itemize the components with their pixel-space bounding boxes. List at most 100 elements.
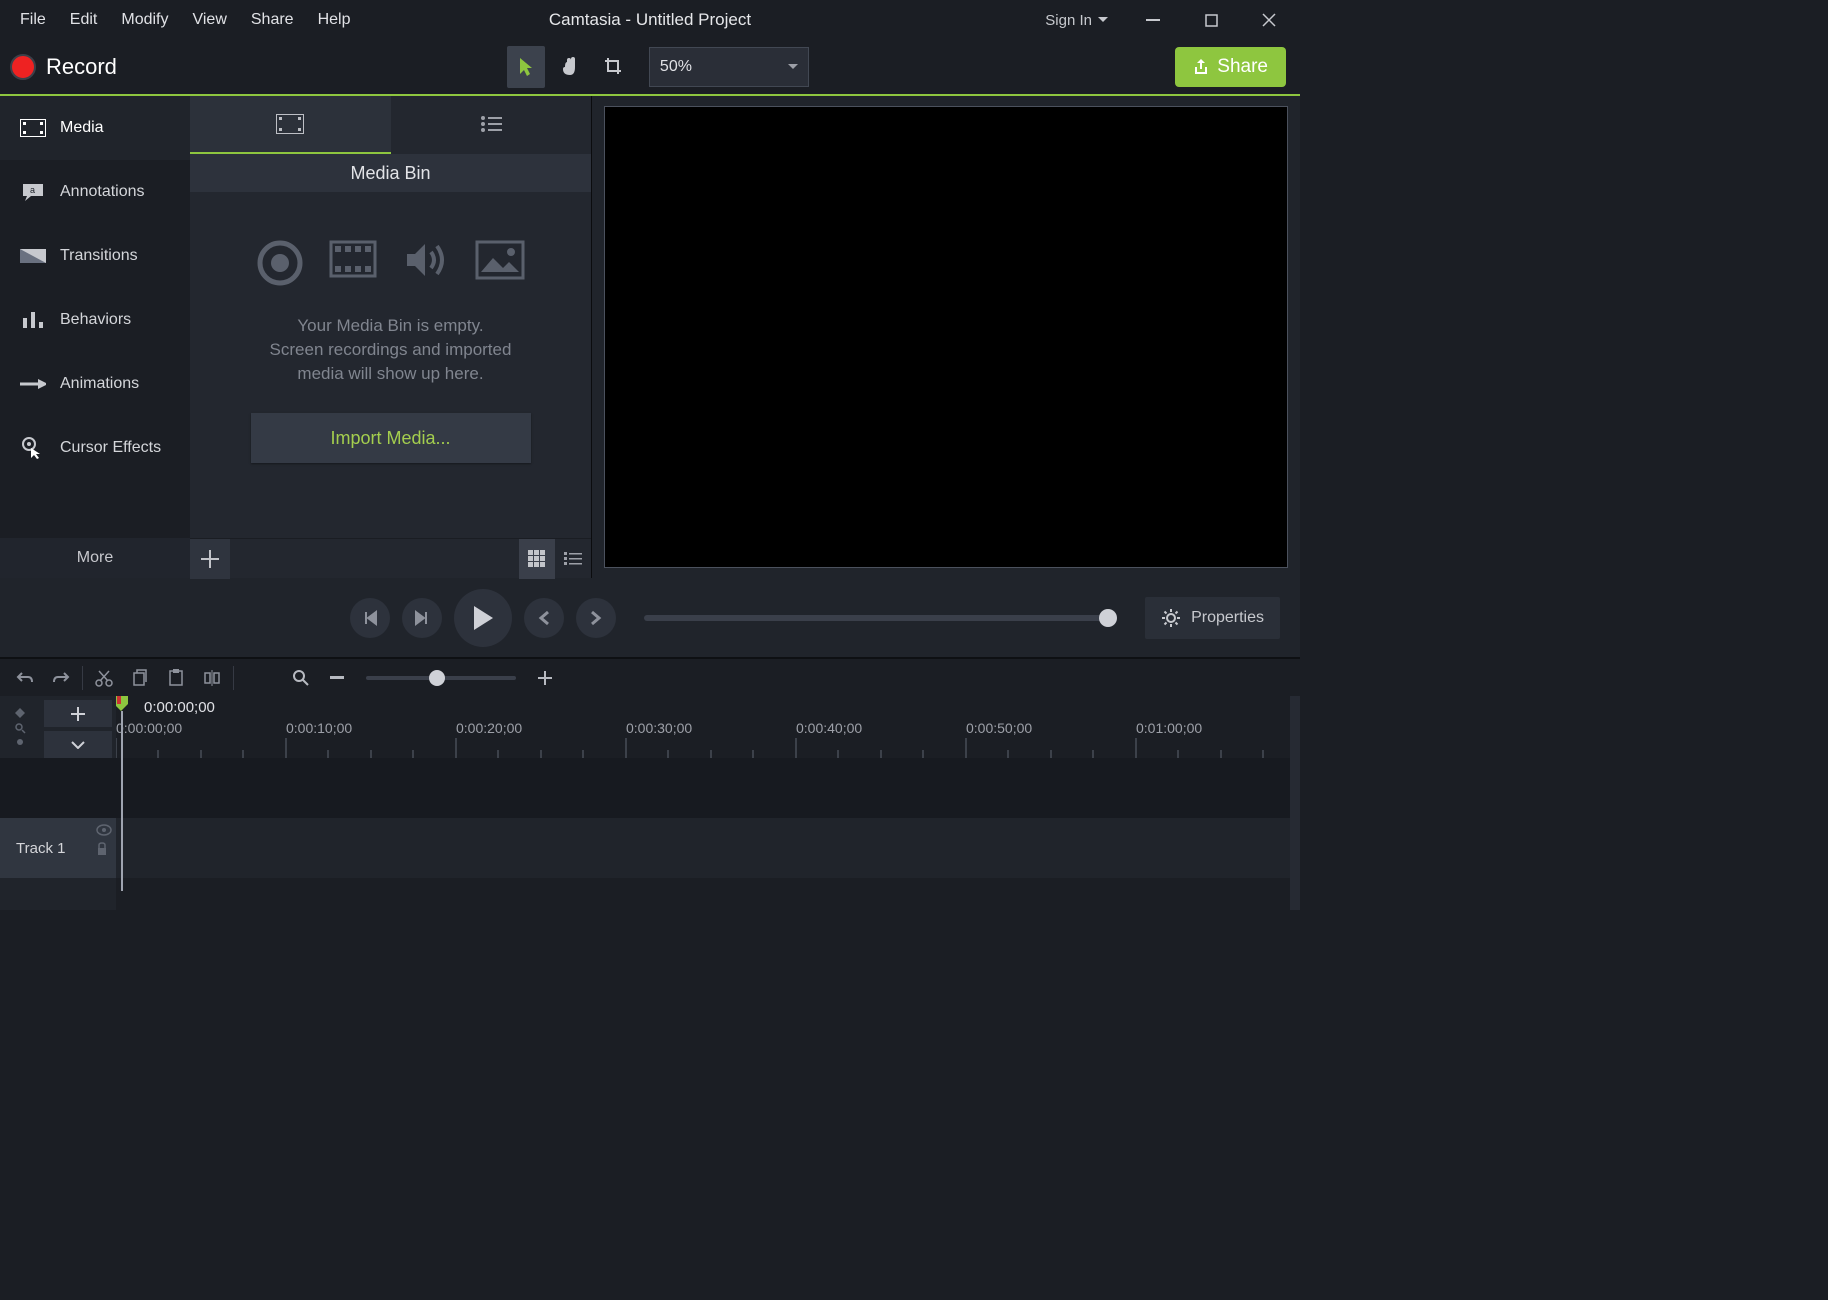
track-header[interactable]: Track 1 bbox=[0, 818, 116, 878]
undo-button[interactable] bbox=[10, 663, 40, 693]
properties-button[interactable]: Properties bbox=[1145, 597, 1280, 639]
play-button[interactable] bbox=[454, 589, 512, 647]
sidebar-item-label: Media bbox=[60, 119, 104, 137]
crop-tool[interactable] bbox=[595, 46, 633, 88]
scissors-icon bbox=[95, 669, 113, 687]
track-lane[interactable] bbox=[116, 818, 1300, 878]
timeline-toolbar bbox=[0, 658, 1300, 696]
zoom-out-button[interactable] bbox=[322, 663, 352, 693]
redo-button[interactable] bbox=[46, 663, 76, 693]
annotations-icon: a bbox=[20, 182, 46, 202]
record-dot-icon bbox=[10, 54, 36, 80]
menu-edit[interactable]: Edit bbox=[58, 6, 110, 34]
playback-thumb[interactable] bbox=[1099, 609, 1117, 627]
next-frame-button[interactable] bbox=[402, 598, 442, 638]
copy-button[interactable] bbox=[125, 663, 155, 693]
eye-icon[interactable] bbox=[96, 824, 112, 836]
split-button[interactable] bbox=[197, 663, 227, 693]
cursor-effects-icon bbox=[20, 438, 46, 458]
gear-icon bbox=[1161, 608, 1181, 628]
timeline-scrollbar-horizontal[interactable] bbox=[0, 910, 1300, 922]
lock-icon[interactable] bbox=[96, 842, 108, 856]
timeline-scrollbar-vertical[interactable] bbox=[1290, 696, 1300, 910]
zoom-search-button[interactable] bbox=[286, 663, 316, 693]
tick-label: 0:00:50;00 bbox=[966, 720, 1032, 736]
zoom-in-button[interactable] bbox=[530, 663, 560, 693]
menu-share[interactable]: Share bbox=[239, 6, 306, 34]
hand-icon bbox=[560, 57, 580, 77]
split-icon bbox=[203, 669, 221, 687]
playhead[interactable] bbox=[116, 696, 130, 712]
toolbar: Record 50% Share bbox=[0, 40, 1300, 96]
sidebar-item-transitions[interactable]: Transitions bbox=[0, 224, 190, 288]
list-view-button[interactable] bbox=[555, 539, 591, 579]
cut-button[interactable] bbox=[89, 663, 119, 693]
select-tool[interactable] bbox=[507, 46, 545, 88]
track-expand-button[interactable] bbox=[44, 731, 112, 758]
next-clip-button[interactable] bbox=[576, 598, 616, 638]
cursor-icon bbox=[517, 56, 535, 78]
menu-help[interactable]: Help bbox=[306, 6, 363, 34]
panel-tab-media[interactable] bbox=[190, 96, 391, 154]
prev-frame-button[interactable] bbox=[350, 598, 390, 638]
plus-icon bbox=[201, 550, 219, 568]
grid-view-button[interactable] bbox=[519, 539, 555, 579]
close-button[interactable] bbox=[1246, 0, 1292, 40]
main-area: Media a Annotations Transitions Behavior… bbox=[0, 96, 1300, 578]
grid-icon bbox=[528, 550, 546, 568]
timeline: Track 1 0:00:00;00 0:00:00;00 0:00:10;00… bbox=[0, 696, 1300, 910]
zoom-dropdown[interactable]: 50% bbox=[649, 47, 809, 87]
paste-button[interactable] bbox=[161, 663, 191, 693]
media-bin-body: Your Media Bin is empty. Screen recordin… bbox=[190, 192, 591, 538]
playback-slider[interactable] bbox=[644, 615, 1117, 621]
record-button[interactable]: Record bbox=[10, 54, 117, 80]
pan-tool[interactable] bbox=[551, 46, 589, 88]
chevron-down-icon bbox=[71, 741, 85, 749]
share-button[interactable]: Share bbox=[1175, 47, 1286, 87]
playback-bar: Properties bbox=[0, 578, 1300, 658]
transitions-icon bbox=[20, 246, 46, 266]
minimize-icon bbox=[1146, 19, 1160, 21]
menu-bar: File Edit Modify View Share Help Camtasi… bbox=[0, 0, 1300, 40]
signin-button[interactable]: Sign In bbox=[1035, 7, 1118, 34]
timeline-zoom-thumb[interactable] bbox=[429, 670, 445, 686]
tick-label: 0:00:20;00 bbox=[456, 720, 522, 736]
sidebar-item-annotations[interactable]: a Annotations bbox=[0, 160, 190, 224]
sidebar-item-behaviors[interactable]: Behaviors bbox=[0, 288, 190, 352]
sidebar-item-media[interactable]: Media bbox=[0, 96, 190, 160]
tick-marks bbox=[116, 738, 1296, 758]
import-media-button[interactable]: Import Media... bbox=[251, 413, 531, 463]
track-lane-spacer bbox=[116, 758, 1300, 818]
tick-label: 0:00:30;00 bbox=[626, 720, 692, 736]
divider bbox=[82, 666, 83, 690]
panel-tab-library[interactable] bbox=[391, 96, 592, 154]
media-bin-empty-text: Your Media Bin is empty. Screen recordin… bbox=[270, 314, 512, 385]
filmstrip-icon bbox=[276, 114, 304, 134]
animations-icon bbox=[20, 374, 46, 394]
track-label: Track 1 bbox=[16, 840, 65, 857]
menu-file[interactable]: File bbox=[8, 6, 58, 34]
timeline-ruler[interactable]: 0:00:00;00 0:00:00;00 0:00:10;00 0:00:20… bbox=[116, 696, 1300, 758]
tick-label: 0:00:00;00 bbox=[116, 720, 182, 736]
maximize-button[interactable] bbox=[1188, 0, 1234, 40]
tick-label: 0:00:40;00 bbox=[796, 720, 862, 736]
sidebar-item-cursor-effects[interactable]: Cursor Effects bbox=[0, 416, 190, 480]
sidebar-more-button[interactable]: More bbox=[0, 538, 190, 578]
maximize-icon bbox=[1205, 14, 1218, 27]
menu-view[interactable]: View bbox=[180, 6, 238, 34]
sidebar-item-animations[interactable]: Animations bbox=[0, 352, 190, 416]
prev-clip-button[interactable] bbox=[524, 598, 564, 638]
timeline-zoom-slider[interactable] bbox=[366, 676, 516, 680]
list-icon bbox=[480, 116, 502, 132]
image-icon bbox=[475, 240, 525, 280]
sidebar: Media a Annotations Transitions Behavior… bbox=[0, 96, 190, 578]
timeline-lanes: 0:00:00;00 0:00:00;00 0:00:10;00 0:00:20… bbox=[116, 696, 1300, 910]
minimize-button[interactable] bbox=[1130, 0, 1176, 40]
step-back-icon bbox=[362, 610, 378, 626]
canvas[interactable] bbox=[604, 106, 1288, 568]
add-media-button[interactable] bbox=[190, 539, 230, 579]
tick-label: 0:01:00;00 bbox=[1136, 720, 1202, 736]
add-track-button[interactable] bbox=[44, 700, 112, 727]
menu-modify[interactable]: Modify bbox=[109, 6, 180, 34]
track-spacer bbox=[0, 758, 116, 818]
